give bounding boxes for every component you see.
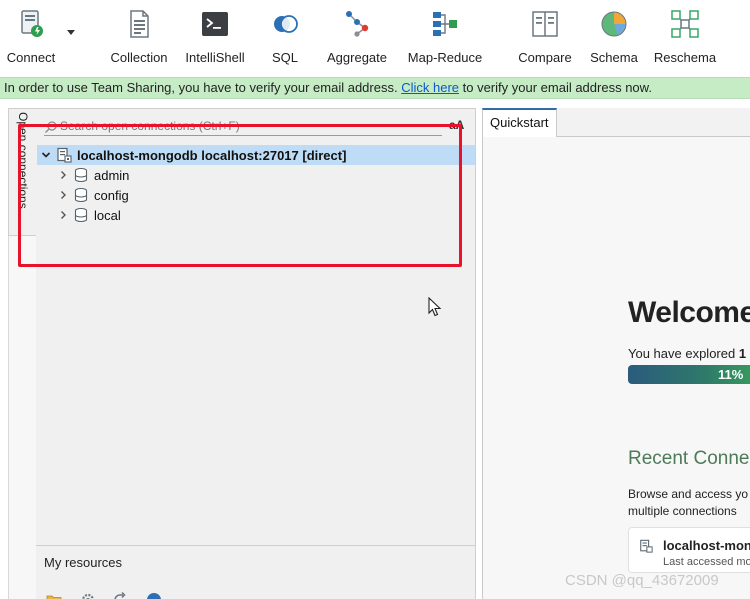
compare-button[interactable]: Compare [512, 0, 578, 76]
my-resources-panel: My resources [36, 545, 476, 599]
sql-icon [274, 15, 298, 33]
aggregate-icon [346, 11, 369, 37]
mouse-pointer-icon [428, 297, 442, 317]
recent-connection-name: localhost-mong [663, 538, 750, 553]
reschema-button[interactable]: Reschema [652, 0, 718, 76]
explored-prefix: You have explored [628, 346, 736, 361]
reschema-icon [671, 10, 699, 38]
folder-icon[interactable] [46, 592, 62, 599]
database-row-config[interactable]: config [57, 185, 129, 205]
intellishell-label: IntelliShell [185, 50, 245, 65]
map-reduce-icon [433, 12, 457, 36]
database-name: config [94, 187, 129, 203]
csdn-watermark: CSDN @qq_43672009 [565, 572, 719, 589]
recent-connection-card[interactable]: localhost-mong Last accessed mor [628, 527, 750, 573]
notice-text-end: to verify your email address now. [462, 80, 652, 95]
sql-label: SQL [271, 50, 298, 65]
recent-connection-accessed: Last accessed mor [663, 556, 750, 568]
compare-label: Compare [518, 50, 572, 65]
recent-connections-description: Browse and access yo multiple connection… [628, 486, 748, 520]
aggregate-label: Aggregate [327, 50, 387, 65]
database-row-local[interactable]: local [57, 205, 121, 225]
server-connection-icon [640, 539, 653, 553]
explored-count: 1 [738, 346, 747, 361]
schema-label: Schema [590, 50, 638, 65]
notice-text: In order to use Team Sharing, you have t… [4, 80, 398, 95]
recent-desc-line: multiple connections [628, 504, 737, 518]
search-icon [45, 121, 57, 133]
recent-desc-line: Browse and access yo [628, 487, 749, 501]
my-resources-title: My resources [44, 555, 123, 570]
database-name: local [94, 207, 121, 223]
connection-name: localhost-mongodb localhost:27017 [direc… [77, 147, 347, 163]
progress-percent: 11% [718, 367, 744, 382]
gear-icon[interactable] [80, 592, 96, 599]
open-connections-tab-label: Open connections [16, 112, 30, 209]
intellishell-button[interactable]: IntelliShell [182, 0, 248, 76]
search-input[interactable] [60, 118, 440, 134]
collection-button[interactable]: Collection [105, 0, 173, 76]
connect-button[interactable]: Connect [0, 0, 62, 76]
chevron-right-icon[interactable] [57, 169, 69, 181]
connection-search [44, 118, 442, 136]
collection-label: Collection [110, 50, 168, 65]
chevron-down-icon[interactable] [40, 149, 52, 161]
schema-button[interactable]: Schema [587, 0, 641, 76]
chevron-right-icon[interactable] [57, 189, 69, 201]
connection-tree-row[interactable]: localhost-mongodb localhost:27017 [direc… [37, 145, 475, 165]
database-name: admin [94, 167, 130, 183]
terminal-icon [202, 12, 228, 36]
side-tab-rail [8, 236, 36, 599]
help-icon[interactable] [146, 592, 162, 599]
explored-text: You have explored 1 [628, 346, 746, 361]
chevron-right-icon[interactable] [57, 209, 69, 221]
map-reduce-label: Map-Reduce [407, 50, 483, 65]
connect-icon [21, 10, 43, 37]
refresh-icon[interactable] [112, 592, 128, 599]
recent-connections-heading: Recent Conne [628, 448, 750, 469]
tab-quickstart[interactable]: Quickstart [482, 108, 557, 138]
schema-pie-icon [601, 11, 627, 37]
font-size-toggle[interactable]: aA [449, 118, 464, 132]
database-icon [74, 187, 88, 203]
welcome-heading: Welcome [628, 296, 750, 329]
compare-icon [532, 11, 558, 37]
server-connection-icon [57, 147, 72, 163]
verify-email-link[interactable]: Click here [401, 80, 459, 95]
email-verification-notice: In order to use Team Sharing, you have t… [0, 77, 750, 99]
database-icon [74, 207, 88, 223]
sql-button[interactable]: SQL [263, 0, 307, 76]
database-icon [74, 167, 88, 183]
map-reduce-button[interactable]: Map-Reduce [405, 0, 485, 76]
connect-label: Connect [6, 50, 56, 65]
main-toolbar: Connect Collection IntelliShell SQL Aggr… [0, 0, 750, 76]
connect-dropdown-caret[interactable] [67, 30, 75, 35]
database-row-admin[interactable]: admin [57, 165, 129, 185]
aggregate-button[interactable]: Aggregate [322, 0, 392, 76]
collection-icon [130, 10, 149, 38]
reschema-label: Reschema [653, 50, 717, 65]
